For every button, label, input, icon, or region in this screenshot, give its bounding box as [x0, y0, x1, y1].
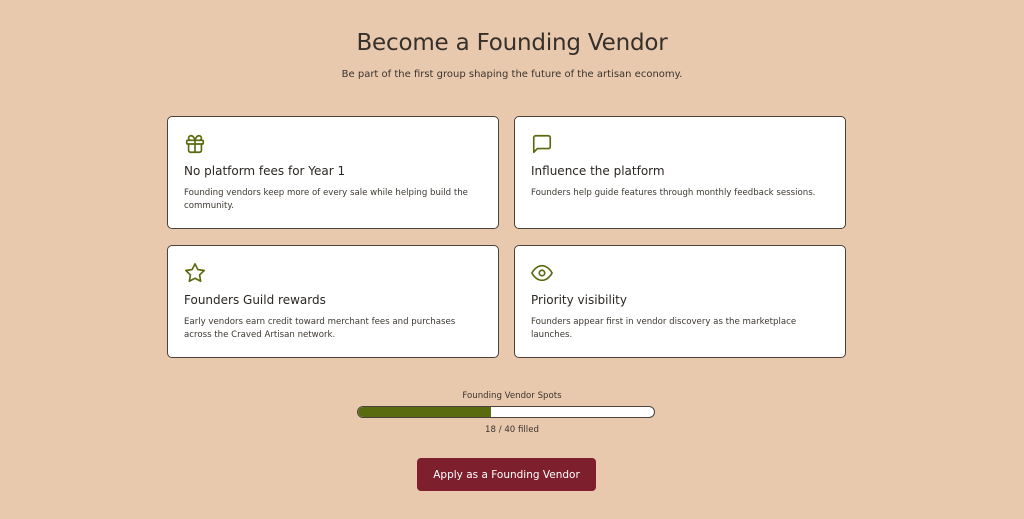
progress-count: 18 / 40 filled — [485, 425, 539, 435]
benefit-description: Founders help guide features through mon… — [531, 188, 816, 198]
benefit-title: No platform fees for Year 1 — [184, 164, 346, 178]
benefit-description: Early vendors earn credit toward merchan… — [184, 317, 456, 340]
benefit-title: Founders Guild rewards — [184, 293, 326, 307]
progress-bar — [357, 406, 655, 418]
star-icon — [184, 262, 206, 284]
benefit-description: Founding vendors keep more of every sale… — [184, 188, 468, 211]
benefit-card-fees: No platform fees for Year 1 Founding ven… — [167, 116, 499, 229]
apply-founding-vendor-button[interactable]: Apply as a Founding Vendor — [417, 458, 596, 491]
progress-label: Founding Vendor Spots — [462, 391, 562, 401]
benefit-title: Priority visibility — [531, 293, 627, 307]
benefit-card-visibility: Priority visibility Founders appear firs… — [514, 245, 846, 358]
benefit-card-influence: Influence the platform Founders help gui… — [514, 116, 846, 229]
message-icon — [531, 133, 553, 155]
benefit-title: Influence the platform — [531, 164, 665, 178]
page-title: Become a Founding Vendor — [356, 30, 668, 56]
benefit-card-guild: Founders Guild rewards Early vendors ear… — [167, 245, 499, 358]
benefit-description: Founders appear first in vendor discover… — [531, 317, 797, 340]
page-subtitle: Be part of the first group shaping the f… — [341, 69, 683, 80]
gift-icon — [184, 133, 206, 155]
eye-icon — [531, 262, 553, 284]
founding-vendor-page: Become a Founding Vendor Be part of the … — [0, 0, 1024, 519]
progress-fill — [358, 407, 492, 417]
